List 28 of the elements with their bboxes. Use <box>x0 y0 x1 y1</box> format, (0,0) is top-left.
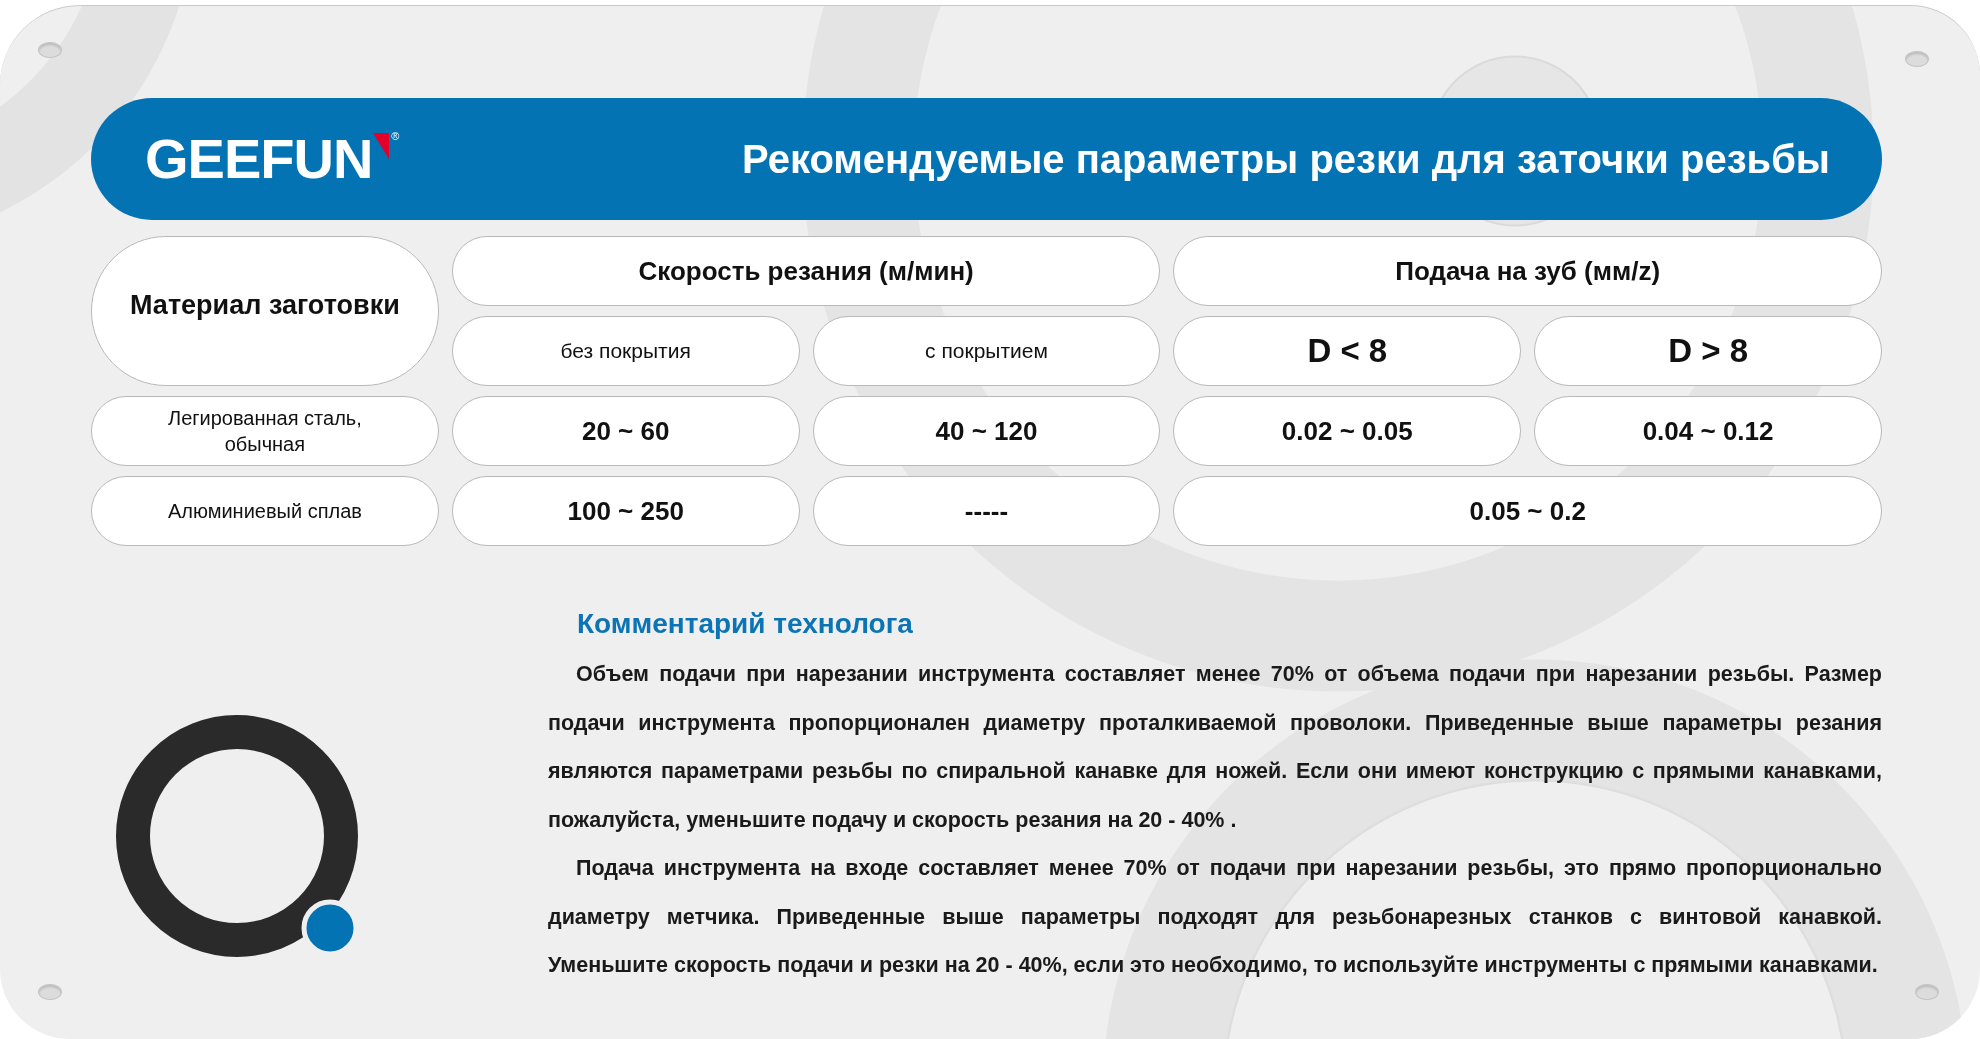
screw-hole-icon <box>1915 984 1939 1000</box>
screw-hole-icon <box>38 42 62 58</box>
row-header: Легированная сталь, обычная <box>91 396 439 466</box>
logo-text: GEEFUN <box>145 131 373 187</box>
subcolumn-header: без покрытия <box>451 316 800 386</box>
header-title: Рекомендуемые параметры резки для заточки резьбы <box>741 136 1830 182</box>
column-header: Материал заготовки <box>91 236 439 386</box>
subcolumn-header: с покрытием <box>812 316 1161 386</box>
screw-hole-icon <box>38 984 62 1000</box>
column-header: Скорость резания (м/мин) <box>451 236 1161 306</box>
table-cell: ----- <box>812 476 1161 546</box>
registered-mark: ® <box>391 131 400 142</box>
table-cell: 40 ~ 120 <box>812 396 1161 466</box>
table-cell: 0.02 ~ 0.05 <box>1173 396 1522 466</box>
subcolumn-header: D > 8 <box>1534 316 1882 386</box>
comment-title: Комментарий технолога <box>577 607 914 641</box>
subcolumn-header: D < 8 <box>1173 316 1522 386</box>
table-cell: 0.05 ~ 0.2 <box>1173 476 1882 546</box>
screw-hole-icon <box>1905 51 1929 67</box>
table-cell: 20 ~ 60 <box>451 396 800 466</box>
row-header: Алюминиевый сплав <box>91 476 439 546</box>
comment-paragraph: Объем подачи при нарезании инструмента составляет менее 70% от объема подачи при нарезании резьбы. Размер подачи инструмента пропорционален диаметру проталкиваемой проволоки. Приведенные выше параметры резания являются параметрами резьбы по спиральной канавке для ножей. Если они имеют конструкцию с прямыми канавками, пожалуйста, уменьшите подачу и скорость резания на 20 - 40% . <box>548 661 1882 834</box>
ring-dot-icon <box>116 715 361 960</box>
comment-paragraph: Подача инструмента на входе составляет менее 70% от подачи при нарезании резьбы, это прямо пропорционально диаметру метчика. Приведенные выше параметры подходят для резьбонарезных станков с винтовой канавкой. Уменьшите скорость подачи и резки на 20 - 40%, если это необходимо, то используйте инструменты с прямыми канавками. <box>548 855 1882 979</box>
column-header: Подача на зуб (мм/z) <box>1173 236 1882 306</box>
table-cell: 0.04 ~ 0.12 <box>1534 396 1882 466</box>
table-cell: 100 ~ 250 <box>451 476 800 546</box>
triangle-icon <box>373 133 390 159</box>
